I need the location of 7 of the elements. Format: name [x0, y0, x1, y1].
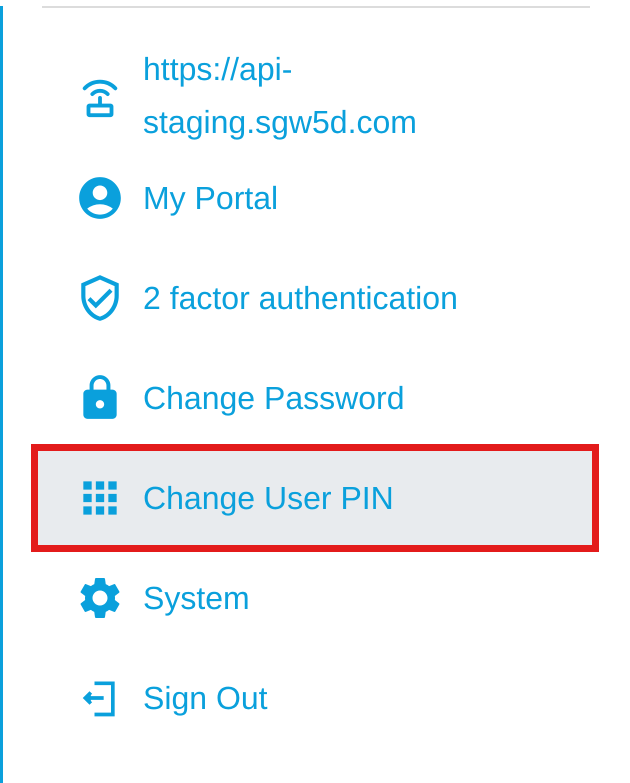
- menu-item[interactable]: Sign Out: [35, 648, 595, 748]
- server-url: https://api-staging.sgw5d.com: [143, 50, 418, 142]
- menu-item[interactable]: My Portal: [35, 148, 595, 248]
- menu-item[interactable]: 2 factor authentication: [35, 248, 595, 348]
- menu-item[interactable]: Change Password: [35, 348, 595, 448]
- menu-item[interactable]: System: [35, 548, 595, 648]
- menu-item[interactable]: Change User PIN: [35, 448, 595, 548]
